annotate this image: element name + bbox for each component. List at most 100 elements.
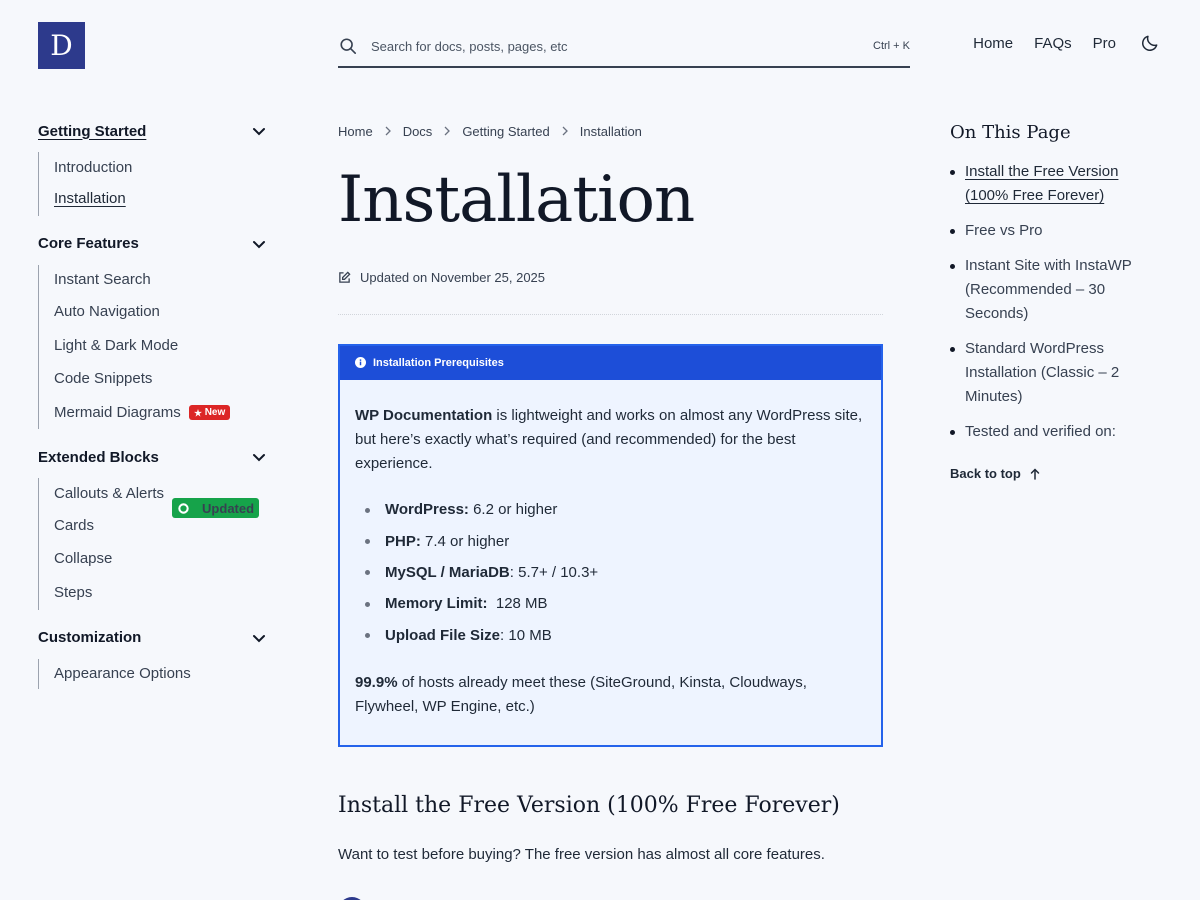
breadcrumb-docs[interactable]: Docs: [403, 124, 433, 139]
sidebar-item-auto-navigation[interactable]: Auto Navigation: [54, 295, 270, 329]
refresh-icon: [178, 503, 189, 514]
sidebar-item-callouts-alerts[interactable]: Callouts & Alerts Updated: [54, 478, 270, 519]
callout-footer: 99.9% of hosts already meet these (SiteG…: [355, 671, 866, 719]
list-item: PHP: 7.4 or higher: [355, 526, 866, 557]
sidebar-item-label: Introduction: [54, 158, 133, 176]
updated-text: Updated on November 25, 2025: [360, 270, 546, 286]
nav-home[interactable]: Home: [973, 35, 1013, 52]
sidebar-section-title: Core Features: [38, 235, 139, 253]
sidebar-section-toggle[interactable]: Getting Started: [38, 118, 270, 144]
intro-bold: WP Documentation: [355, 406, 493, 424]
search-input[interactable]: [371, 38, 874, 54]
search-bar[interactable]: Ctrl + K: [338, 26, 910, 68]
sidebar-section-toggle[interactable]: Core Features: [38, 231, 270, 257]
chevron-right-icon: [385, 126, 391, 136]
sidebar-item-installation[interactable]: Installation: [54, 182, 270, 216]
divider: [338, 313, 883, 315]
sidebar-section-toggle[interactable]: Extended Blocks: [38, 444, 270, 470]
req-label: Memory Limit:: [385, 595, 488, 613]
arrow-up-icon: [1030, 467, 1040, 480]
toc-heading: On This Page: [950, 122, 1071, 143]
sidebar-item-label: Steps: [54, 584, 93, 602]
toc-item-tested[interactable]: Tested and verified on:: [950, 420, 1162, 444]
sidebar-section-title: Customization: [38, 629, 142, 646]
main-content: Home Docs Getting Started Installation I…: [338, 118, 883, 900]
list-item: WordPress: 6.2 or higher: [355, 495, 866, 526]
chevron-down-icon: [253, 634, 265, 642]
req-label: WordPress:: [385, 501, 469, 519]
footer-bold: 99.9%: [355, 673, 398, 691]
prerequisites-callout: Installation Prerequisites WP Documentat…: [338, 343, 883, 747]
top-nav: Home FAQs Pro: [973, 33, 1160, 53]
sidebar-section-core-features: Core Features Instant Search Auto Naviga…: [38, 231, 270, 430]
updated-date: Updated on November 25, 2025: [338, 268, 883, 288]
nav-faqs[interactable]: FAQs: [1034, 35, 1072, 52]
badge-label: Updated: [202, 500, 255, 516]
toc-item-free-vs-pro[interactable]: Free vs Pro: [950, 219, 1162, 243]
section-heading: Install the Free Version (100% Free Fore…: [338, 792, 840, 818]
sidebar-item-steps[interactable]: Steps: [54, 576, 270, 610]
sidebar-item-label: Callouts & Alerts: [54, 484, 165, 502]
sidebar-item-instant-search[interactable]: Instant Search: [54, 265, 270, 295]
step-number-badge: [338, 896, 366, 900]
chevron-down-icon: [253, 454, 265, 462]
req-value: : 10 MB: [500, 626, 552, 644]
toc-item-instawp[interactable]: Instant Site with InstaWP (Recommended –…: [950, 254, 1162, 326]
sidebar-item-label: Auto Navigation: [54, 303, 160, 321]
breadcrumb: Home Docs Getting Started Installation: [338, 118, 883, 144]
table-of-contents: On This Page Install the Free Version (1…: [950, 122, 1162, 481]
sidebar-item-code-snippets[interactable]: Code Snippets: [54, 362, 270, 396]
toc-item-label: Instant Site with InstaWP (Recommended –…: [965, 257, 1132, 322]
sidebar-section-getting-started: Getting Started Introduction Installatio…: [38, 118, 270, 216]
sidebar-item-label: Installation: [54, 190, 126, 208]
page-title: Installation: [338, 163, 695, 237]
list-item: MySQL / MariaDB: 5.7+ / 10.3+: [355, 557, 866, 588]
callout-body: WP Documentation is lightweight and work…: [340, 380, 881, 745]
breadcrumb-home[interactable]: Home: [338, 124, 373, 139]
list-item: Upload File Size: 10 MB: [355, 620, 866, 651]
star-icon: [193, 408, 202, 417]
dark-mode-toggle-icon[interactable]: [1140, 33, 1160, 53]
sidebar-item-collapse[interactable]: Collapse: [54, 542, 270, 576]
toc-item-label: Free vs Pro: [965, 222, 1043, 239]
info-icon: [355, 357, 366, 369]
updated-badge: Updated: [172, 498, 260, 519]
section-paragraph: Want to test before buying? The free ver…: [338, 845, 825, 863]
back-to-top-link[interactable]: Back to top: [950, 466, 1162, 481]
chevron-down-icon: [253, 240, 265, 249]
chevron-right-icon: [562, 126, 568, 136]
requirements-list: WordPress: 6.2 or higher PHP: 7.4 or hig…: [355, 495, 866, 652]
toc-item-standard-install[interactable]: Standard WordPress Installation (Classic…: [950, 337, 1162, 409]
sidebar-section-toggle[interactable]: Customization: [38, 625, 270, 651]
sidebar-item-label: Collapse: [54, 550, 113, 568]
back-to-top-label: Back to top: [950, 466, 1021, 481]
badge-label: New: [204, 407, 226, 419]
toc-list: Install the Free Version (100% Free Fore…: [950, 160, 1162, 444]
sidebar-item-label: Instant Search: [54, 271, 151, 289]
sidebar-item-label: Cards: [54, 516, 95, 534]
req-label: Upload File Size: [385, 626, 501, 644]
footer-text: of hosts already meet these (SiteGround,…: [355, 673, 807, 715]
search-shortcut: Ctrl + K: [873, 40, 910, 52]
edit-icon: [339, 271, 351, 283]
breadcrumb-getting-started[interactable]: Getting Started: [462, 124, 549, 139]
toc-item-label: Tested and verified on:: [965, 423, 1116, 440]
nav-pro[interactable]: Pro: [1093, 35, 1116, 52]
sidebar-item-light-dark-mode[interactable]: Light & Dark Mode: [54, 328, 270, 362]
search-icon: [340, 38, 357, 55]
sidebar-item-mermaid-diagrams[interactable]: Mermaid Diagrams New: [54, 396, 270, 430]
sidebar-section-title: Extended Blocks: [38, 448, 159, 466]
sidebar-item-label: Appearance Options: [54, 665, 191, 682]
req-label: MySQL / MariaDB: [385, 564, 510, 582]
callout-title: Installation Prerequisites: [373, 356, 504, 369]
req-value: 6.2 or higher: [468, 501, 558, 519]
req-value: : 5.7+ / 10.3+: [509, 564, 599, 582]
callout-intro: WP Documentation is lightweight and work…: [355, 404, 866, 476]
sidebar-item-introduction[interactable]: Introduction: [54, 152, 270, 182]
sidebar-item-appearance-options[interactable]: Appearance Options: [54, 659, 270, 689]
breadcrumb-current: Installation: [579, 123, 642, 139]
sidebar-item-label: Code Snippets: [54, 370, 153, 388]
sidebar-item-label: Mermaid Diagrams: [54, 404, 181, 422]
toc-item-install-free[interactable]: Install the Free Version (100% Free Fore…: [950, 160, 1162, 208]
site-logo[interactable]: D: [38, 22, 85, 69]
